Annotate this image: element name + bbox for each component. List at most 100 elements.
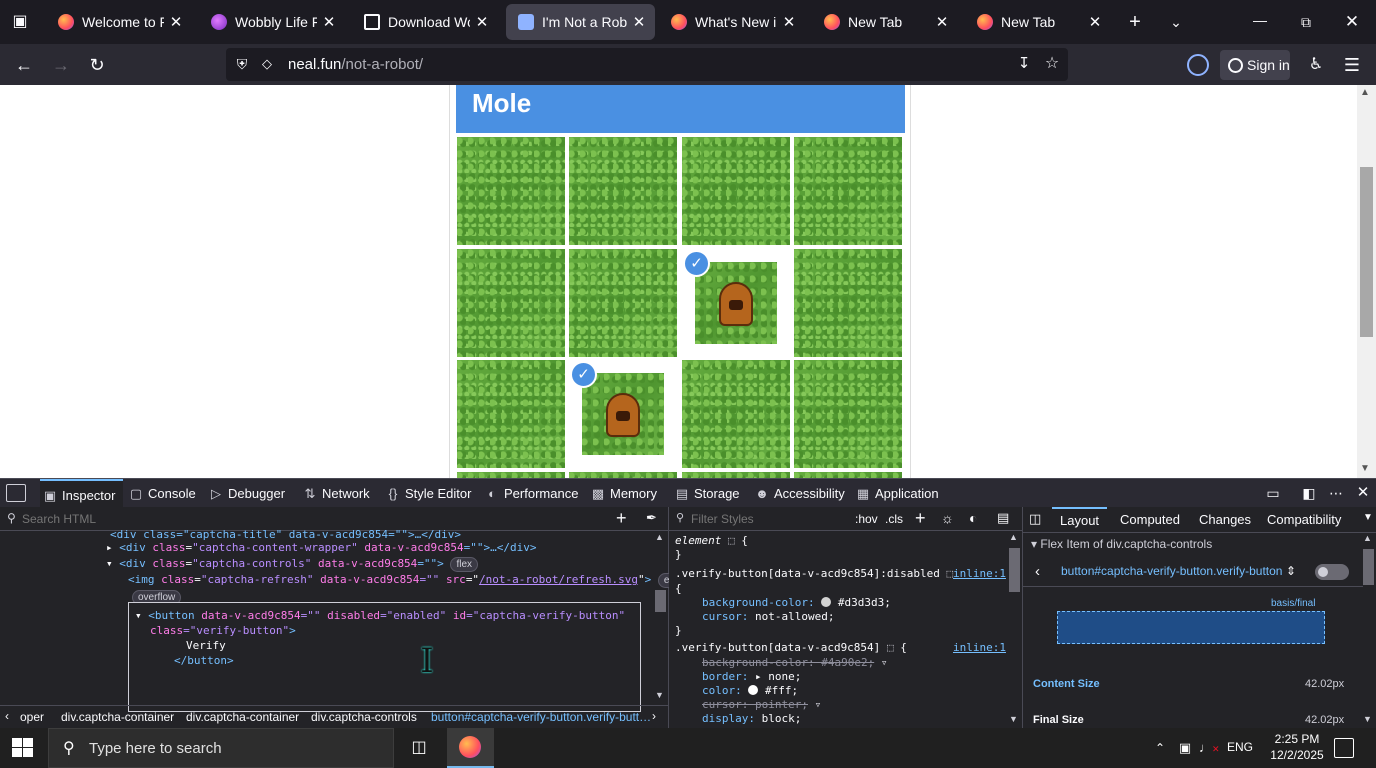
scrollbar-thumb[interactable]	[1360, 167, 1373, 337]
add-rule-plus-icon[interactable]: +	[915, 508, 926, 529]
extensions-icon[interactable]: ♿	[1304, 54, 1328, 76]
rule-declaration[interactable]: display: block;	[702, 712, 801, 725]
close-icon[interactable]: ✕	[1083, 13, 1107, 31]
grid-cell[interactable]	[457, 249, 565, 357]
rule-declaration[interactable]: border: ▸ none;	[702, 670, 801, 683]
flex-item-selector[interactable]: button#captcha-verify-button.verify-butt…	[1061, 564, 1296, 578]
pick-element-icon[interactable]	[6, 484, 26, 502]
collapse-arrow-icon[interactable]: ▾	[135, 609, 142, 622]
lock-icon[interactable]: ◇	[259, 55, 275, 73]
dark-theme-icon[interactable]: ◐	[969, 510, 977, 526]
selected-node-box[interactable]: ▾ <button data-v-acd9c854="" disabled="e…	[128, 602, 641, 712]
rule-declaration[interactable]: color: #fff;	[702, 684, 798, 697]
flex-item-section-header[interactable]: ▾ Flex Item of div.captcha-controls	[1031, 537, 1212, 551]
layout-scrollbar[interactable]: ▲ ▼	[1362, 533, 1375, 727]
shield-icon[interactable]: ⛨	[233, 55, 251, 73]
tab-storage[interactable]: ▤ Storage	[674, 479, 740, 508]
language-indicator[interactable]: ENG	[1227, 740, 1253, 754]
tab-network[interactable]: ⇅ Network	[302, 479, 370, 508]
breadcrumb-left-arrow-icon[interactable]: ‹	[5, 709, 9, 723]
firefox-taskbar-icon[interactable]	[447, 728, 494, 768]
tab-style-editor[interactable]: {} Style Editor	[385, 479, 472, 508]
tab-new-2[interactable]: New Tab ✕	[965, 4, 1111, 40]
network-tray-icon[interactable]: ▣	[1175, 738, 1195, 758]
print-media-icon[interactable]: ▤	[997, 510, 1009, 526]
markup-line[interactable]: <img class="captcha-refresh" data-v-acd9…	[128, 573, 695, 588]
filter-styles-input[interactable]	[691, 510, 841, 528]
forward-arrow-icon[interactable]: →	[47, 52, 75, 78]
toggle-classes-button[interactable]: .cls	[885, 512, 903, 526]
tab-accessibility[interactable]: ☻ Accessibility	[754, 479, 845, 508]
responsive-design-icon[interactable]: ▭	[1263, 484, 1283, 502]
expand-arrow-icon[interactable]: ▸	[106, 541, 113, 554]
scrollbar-thumb[interactable]	[1009, 548, 1020, 592]
page-scrollbar[interactable]: ▲ ▼	[1357, 85, 1376, 478]
tab-application[interactable]: ▦ Application	[855, 479, 939, 508]
color-swatch[interactable]	[748, 685, 759, 695]
scrollbar-down-arrow-icon[interactable]: ▼	[1009, 714, 1018, 724]
color-swatch[interactable]	[821, 597, 832, 607]
add-node-plus-icon[interactable]: +	[616, 508, 627, 529]
reload-icon[interactable]: ↻	[83, 52, 111, 78]
grid-cell[interactable]	[682, 360, 790, 468]
tab-inspector[interactable]: ▣ Inspector	[40, 479, 124, 508]
scrollbar-up-arrow-icon[interactable]: ▲	[1363, 533, 1372, 543]
close-window-icon[interactable]: ✕	[1338, 10, 1366, 34]
chevron-down-icon[interactable]: ▼	[1363, 512, 1373, 523]
tab-changes[interactable]: Changes	[1199, 512, 1251, 527]
light-theme-sun-icon[interactable]: ☼	[941, 510, 954, 526]
collapse-arrow-icon[interactable]: ▾	[106, 557, 113, 570]
markup-line[interactable]: class="verify-button">	[150, 624, 296, 637]
breadcrumb-right-arrow-icon[interactable]: ›	[652, 709, 656, 723]
list-all-tabs-chevron-icon[interactable]: ⌄	[1163, 10, 1189, 34]
show-hidden-icons-chevron-icon[interactable]: ⌃	[1152, 738, 1168, 758]
markup-line[interactable]: ▾ <button data-v-acd9c854="" disabled="e…	[135, 609, 625, 622]
task-view-icon[interactable]: ◫	[408, 738, 430, 758]
notifications-icon[interactable]	[1334, 738, 1354, 758]
markup-text-node[interactable]: Verify	[186, 639, 226, 652]
menu-hamburger-icon[interactable]: ☰	[1340, 54, 1364, 76]
scrollbar-down-arrow-icon[interactable]: ▼	[655, 690, 664, 700]
rules-scrollbar[interactable]: ▲ ▼	[1008, 532, 1021, 726]
restore-icon[interactable]: ⧉	[1292, 10, 1320, 34]
scrollbar-down-arrow-icon[interactable]: ▼	[1363, 714, 1372, 724]
breadcrumb-item-current[interactable]: button#captcha-verify-button.verify-butt…	[431, 710, 651, 724]
search-html-input[interactable]	[22, 510, 582, 528]
tab-new-1[interactable]: New Tab ✕	[812, 4, 958, 40]
eyedropper-icon[interactable]: ✒	[646, 510, 657, 526]
breadcrumb-item[interactable]: div.captcha-controls	[311, 710, 417, 724]
close-devtools-icon[interactable]: ✕	[1353, 484, 1373, 502]
tab-computed[interactable]: Computed	[1120, 512, 1180, 527]
grid-cell[interactable]	[457, 360, 565, 468]
tab-welcome[interactable]: Welcome to Firefox ✕	[46, 4, 192, 40]
tab-not-a-robot[interactable]: I'm Not a Robot ✕	[506, 4, 655, 40]
scrollbar-up-arrow-icon[interactable]: ▲	[655, 532, 664, 542]
rule-element[interactable]: element ⬚ {	[675, 534, 748, 547]
rule-declaration[interactable]: cursor: not-allowed;	[702, 610, 834, 623]
rule-selector[interactable]: .verify-button[data-v-acd9c854] ⬚ {	[675, 641, 907, 654]
breadcrumb-item[interactable]: div.captcha-container	[186, 710, 299, 724]
tab-memory[interactable]: ▩ Memory	[590, 479, 657, 508]
taskbar-search-box[interactable]: ⚲ Type here to search	[48, 728, 394, 768]
firefox-view-icon[interactable]: ▣	[8, 10, 32, 34]
tab-download-wobbly[interactable]: Download Wobbly Life ✕	[352, 4, 498, 40]
tab-debugger[interactable]: ▷ Debugger	[208, 479, 285, 508]
grid-cell[interactable]	[794, 360, 902, 468]
tab-whats-new[interactable]: What's New in Firefox ✕	[659, 4, 805, 40]
back-arrow-icon[interactable]: ←	[10, 52, 38, 78]
toggle-pseudo-classes-button[interactable]: :hov	[855, 512, 878, 526]
flexbox-highlighter-toggle[interactable]	[1315, 564, 1349, 580]
grid-cell[interactable]	[569, 249, 677, 357]
markup-line[interactable]: ▸ <div class="captcha-content-wrapper" d…	[106, 541, 537, 554]
markup-line[interactable]: </button>	[174, 654, 234, 667]
reader-view-icon[interactable]: ↧	[1014, 54, 1034, 74]
new-tab-plus-icon[interactable]: +	[1122, 10, 1148, 34]
scrollbar-thumb[interactable]	[655, 590, 666, 612]
scrollbar-down-arrow-icon[interactable]: ▼	[1360, 463, 1370, 474]
grid-cell[interactable]	[457, 137, 565, 245]
minimize-icon[interactable]: —	[1246, 10, 1274, 34]
grid-cell[interactable]	[794, 137, 902, 245]
flex-badge[interactable]: flex	[450, 557, 478, 572]
sign-in-button[interactable]: Sign in	[1220, 50, 1290, 80]
breadcrumb-item[interactable]: div.captcha-container	[61, 710, 174, 724]
